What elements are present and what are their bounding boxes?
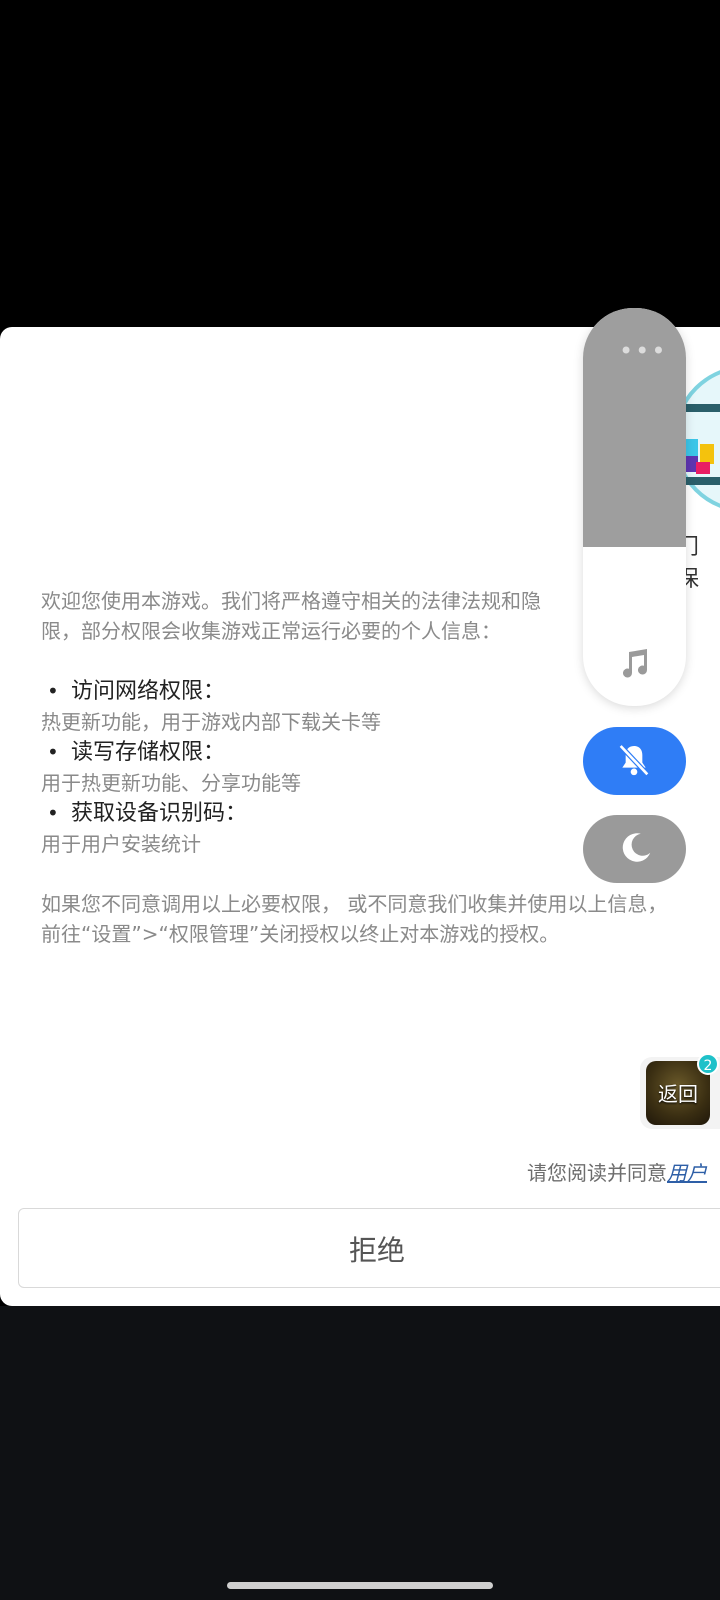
music-note-icon[interactable] [617, 646, 653, 682]
footer-line-1: 如果您不同意调用以上必要权限， 或不同意我们收集并使用以上信息， [41, 892, 668, 916]
footer-line-2: 前往“设置”>“权限管理”关闭授权以终止对本游戏的授权。 [41, 922, 560, 946]
mute-toggle-button[interactable] [583, 727, 686, 795]
agreement-prefix: 请您阅读并同意 [527, 1161, 667, 1185]
home-indicator[interactable] [227, 1582, 493, 1589]
back-label: 返回 [658, 1082, 698, 1106]
night-mode-button[interactable] [583, 815, 686, 883]
notification-badge: 2 [697, 1053, 719, 1075]
back-to-game-widget[interactable]: 返回 2 [640, 1053, 720, 1129]
mute-bell-icon [618, 744, 650, 777]
reject-button[interactable]: 拒绝 [18, 1208, 720, 1288]
agreement-line: 请您阅读并同意用户 [527, 1157, 707, 1186]
more-icon[interactable]: ••• [619, 337, 667, 365]
background-area [0, 1306, 720, 1600]
reject-button-label: 拒绝 [349, 1234, 406, 1267]
floating-control-panel: ••• [583, 308, 686, 706]
moon-icon [622, 833, 651, 862]
user-agreement-link[interactable]: 用户 [667, 1161, 707, 1185]
screen: 门保 欢迎您使用本游戏。我们将严格遵守相关的法律法规和隐保护 限，部分权限会收集… [0, 0, 720, 1600]
